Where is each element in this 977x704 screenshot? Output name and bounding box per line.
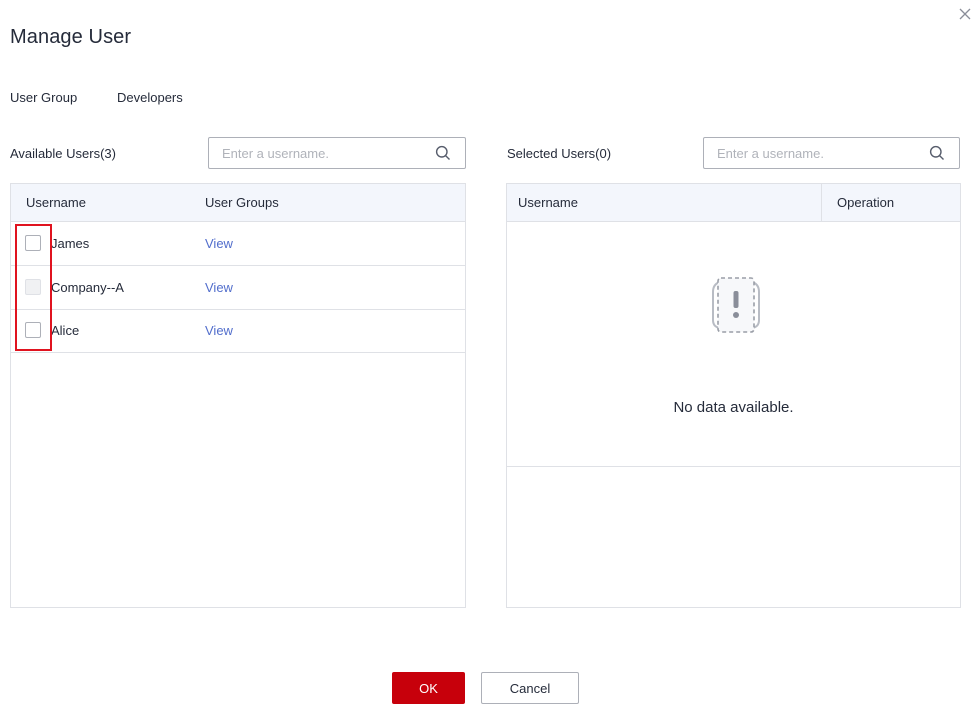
ok-button[interactable]: OK <box>392 672 465 704</box>
dialog-title: Manage User <box>10 26 132 48</box>
search-icon[interactable] <box>435 145 451 161</box>
table-row: James View <box>11 222 465 266</box>
column-username: Username <box>518 195 578 210</box>
no-data-text: No data available. <box>673 399 794 416</box>
column-user-groups: User Groups <box>205 195 279 210</box>
username: James <box>51 236 90 251</box>
selected-users-table: Username Operation No data available. <box>506 183 961 608</box>
selected-search-input[interactable] <box>704 138 924 168</box>
available-users-label: Available Users(3) <box>10 146 116 161</box>
column-divider <box>821 184 822 221</box>
close-icon[interactable] <box>957 6 973 22</box>
selected-search <box>703 137 960 169</box>
available-search-input[interactable] <box>209 138 429 168</box>
search-icon[interactable] <box>929 145 945 161</box>
cancel-button[interactable]: Cancel <box>481 672 579 704</box>
no-data-icon <box>700 274 772 336</box>
table-row: Company--A View <box>11 266 465 310</box>
row-checkbox[interactable] <box>25 322 41 338</box>
row-checkbox-disabled <box>25 279 41 295</box>
column-username: Username <box>26 195 86 210</box>
view-link[interactable]: View <box>205 280 233 295</box>
empty-state: No data available. <box>507 221 960 467</box>
table-header: Username Operation <box>507 184 960 222</box>
available-search <box>208 137 466 169</box>
available-users-table: Username User Groups James View Company-… <box>10 183 466 608</box>
table-row: Alice View <box>11 309 465 353</box>
user-group-label: User Group <box>10 90 78 105</box>
user-group-value: Developers <box>117 90 183 105</box>
column-operation: Operation <box>837 195 895 210</box>
view-link[interactable]: View <box>205 323 233 338</box>
view-link[interactable]: View <box>205 236 233 251</box>
selected-users-label: Selected Users(0) <box>507 146 612 161</box>
username: Company--A <box>51 280 124 295</box>
row-checkbox[interactable] <box>25 235 41 251</box>
username: Alice <box>51 323 80 338</box>
table-header: Username User Groups <box>11 184 465 222</box>
